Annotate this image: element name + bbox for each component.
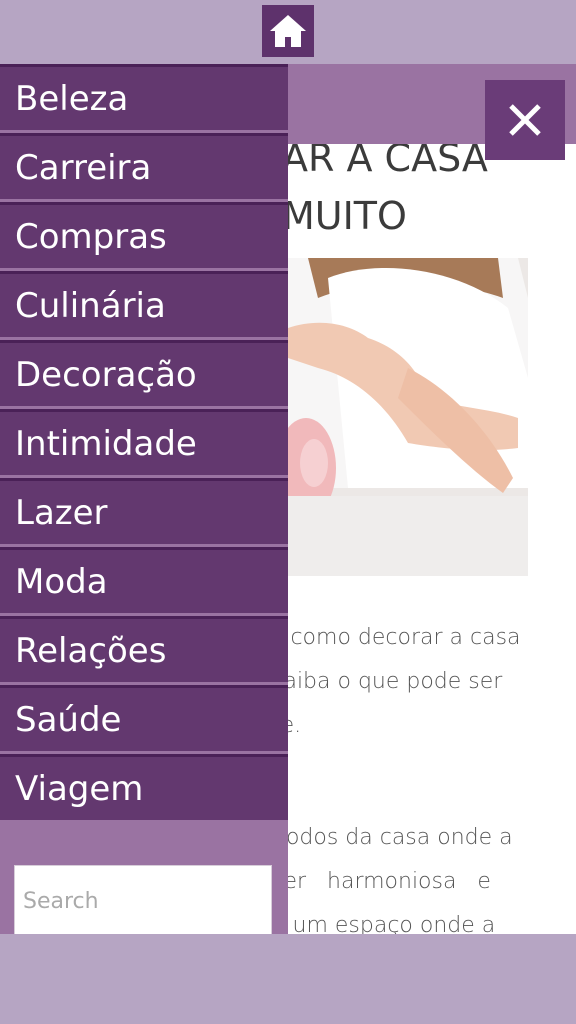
article-paragraph-2-line-1: nodos da casa onde a — [288, 825, 513, 850]
article-content: AR A CASA MUITO s como decorar a casa sa… — [288, 144, 576, 934]
article-paragraph-2-line-2: ser harmoniosa e — [288, 869, 491, 894]
menu-item-compras[interactable]: Compras — [0, 202, 288, 268]
menu-item-label: Culinária — [15, 285, 166, 326]
menu-item-label: Decoração — [15, 354, 197, 395]
menu-item-decoracao[interactable]: Decoração — [0, 340, 288, 406]
menu-item-beleza[interactable]: Beleza — [0, 64, 288, 130]
menu-item-label: Relações — [15, 630, 167, 671]
menu-item-label: Moda — [15, 561, 108, 602]
article-paragraph-1-line-3: te. — [288, 713, 302, 738]
menu-item-label: Viagem — [15, 768, 144, 809]
menu-item-label: Beleza — [15, 78, 129, 119]
menu-item-intimidade[interactable]: Intimidade — [0, 409, 288, 475]
menu-item-label: Intimidade — [15, 423, 197, 464]
menu-item-saude[interactable]: Saúde — [0, 685, 288, 751]
side-menu: Beleza Carreira Compras Culinária Decora… — [0, 64, 288, 940]
menu-item-label: Saúde — [15, 699, 122, 740]
article-image — [288, 258, 528, 576]
menu-item-culinaria[interactable]: Culinária — [0, 271, 288, 337]
close-icon — [509, 104, 541, 136]
top-bar — [0, 0, 576, 64]
home-icon — [270, 15, 306, 47]
home-button[interactable] — [262, 5, 314, 57]
menu-item-label: Lazer — [15, 492, 108, 533]
search-box — [14, 865, 272, 940]
close-menu-button[interactable] — [485, 80, 565, 160]
menu-item-relacoes[interactable]: Relações — [0, 616, 288, 682]
menu-item-lazer[interactable]: Lazer — [0, 478, 288, 544]
category-menu: Beleza Carreira Compras Culinária Decora… — [0, 64, 288, 820]
search-input[interactable] — [15, 866, 271, 936]
menu-item-label: Compras — [15, 216, 167, 257]
article-paragraph-1-line-1: s como decorar a casa — [288, 625, 521, 650]
bottom-bar — [0, 934, 576, 1024]
article-paragraph-1-line-2: saiba o que pode ser — [288, 669, 503, 694]
article-paragraph-2-line-3: é um espaço onde a — [288, 913, 496, 934]
article-title-line-2: MUITO — [288, 194, 407, 238]
menu-item-viagem[interactable]: Viagem — [0, 754, 288, 820]
menu-item-label: Carreira — [15, 147, 152, 188]
article-title-line-1: AR A CASA — [288, 144, 488, 180]
menu-item-moda[interactable]: Moda — [0, 547, 288, 613]
menu-item-carreira[interactable]: Carreira — [0, 133, 288, 199]
